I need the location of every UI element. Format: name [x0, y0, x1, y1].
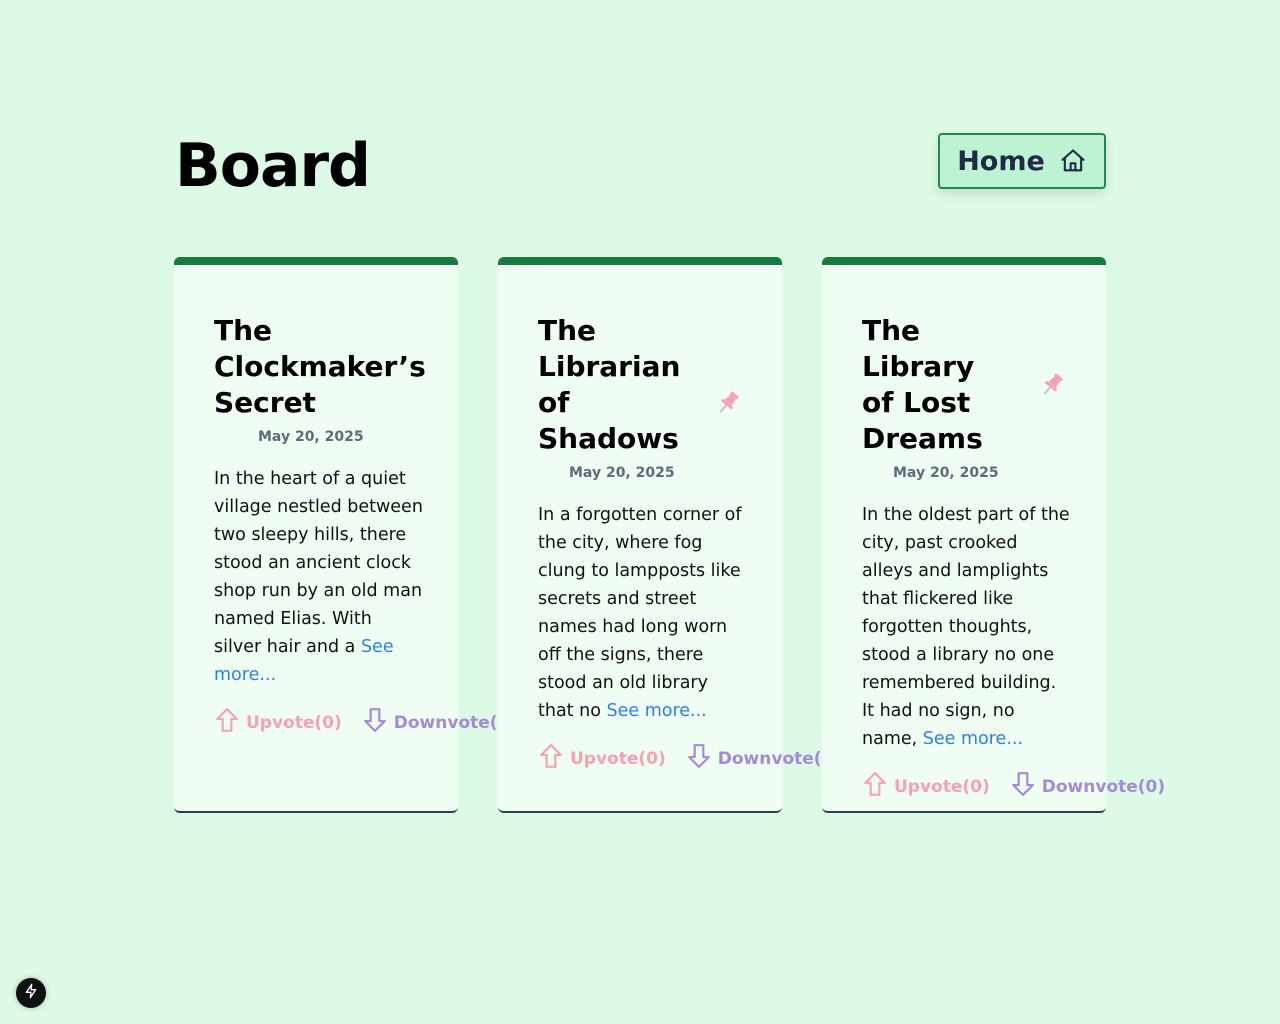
page-title: Board — [175, 131, 371, 201]
card-date: May 20, 2025 — [569, 465, 675, 481]
card-excerpt: In a forgotten corner of the city, where… — [538, 501, 748, 725]
downvote-button[interactable]: Downvote(0) — [686, 743, 841, 774]
card-title[interactable]: The Library of Lost Dreams — [862, 313, 1012, 457]
card-excerpt-text: In a forgotten corner of the city, where… — [538, 505, 742, 721]
vote-bar: Upvote(0) Downvote(0) — [538, 743, 841, 774]
card-title[interactable]: The Clockmaker’s Secret — [214, 313, 426, 421]
card-excerpt-text: In the heart of a quiet village nestled … — [214, 469, 423, 657]
card-date: May 20, 2025 — [258, 429, 364, 445]
arrow-down-icon — [1010, 771, 1036, 802]
story-card: The Librarian of Shadows May 20, 2025 In… — [498, 257, 841, 813]
see-more-link[interactable]: See more... — [606, 701, 706, 721]
card-title[interactable]: The Librarian of Shadows — [538, 313, 688, 457]
home-icon — [1059, 147, 1087, 175]
arrow-up-icon — [538, 743, 564, 774]
board-page: Board Home The Clockmaker’s Secret May 2… — [0, 0, 1280, 1024]
vote-bar: Upvote(0) Downvote(0) — [214, 707, 517, 738]
card-excerpt: In the heart of a quiet village nestled … — [214, 465, 424, 689]
home-button[interactable]: Home — [938, 133, 1106, 189]
upvote-button[interactable]: Upvote(0) — [862, 771, 990, 802]
see-more-link[interactable]: See more... — [923, 729, 1023, 749]
lightning-icon — [23, 983, 39, 1003]
home-button-label: Home — [957, 145, 1045, 177]
card-date: May 20, 2025 — [893, 465, 999, 481]
story-card: The Library of Lost Dreams May 20, 2025 … — [822, 257, 1165, 813]
upvote-button[interactable]: Upvote(0) — [214, 707, 342, 738]
dev-tools-button[interactable] — [16, 978, 46, 1008]
card-excerpt: In the oldest part of the city, past cro… — [862, 501, 1072, 753]
vote-bar: Upvote(0) Downvote(0) — [862, 771, 1165, 802]
story-card: The Clockmaker’s Secret May 20, 2025 In … — [174, 257, 517, 813]
pin-icon[interactable] — [714, 389, 742, 421]
downvote-label: Downvote(0) — [1041, 776, 1166, 797]
upvote-label: Upvote(0) — [246, 712, 342, 733]
arrow-up-icon — [862, 771, 888, 802]
upvote-label: Upvote(0) — [894, 776, 990, 797]
downvote-button[interactable]: Downvote(0) — [362, 707, 517, 738]
arrow-down-icon — [362, 707, 388, 738]
upvote-button[interactable]: Upvote(0) — [538, 743, 666, 774]
upvote-label: Upvote(0) — [570, 748, 666, 769]
downvote-button[interactable]: Downvote(0) — [1010, 771, 1165, 802]
arrow-down-icon — [686, 743, 712, 774]
arrow-up-icon — [214, 707, 240, 738]
card-excerpt-text: In the oldest part of the city, past cro… — [862, 505, 1070, 749]
pin-icon[interactable] — [1038, 371, 1066, 403]
